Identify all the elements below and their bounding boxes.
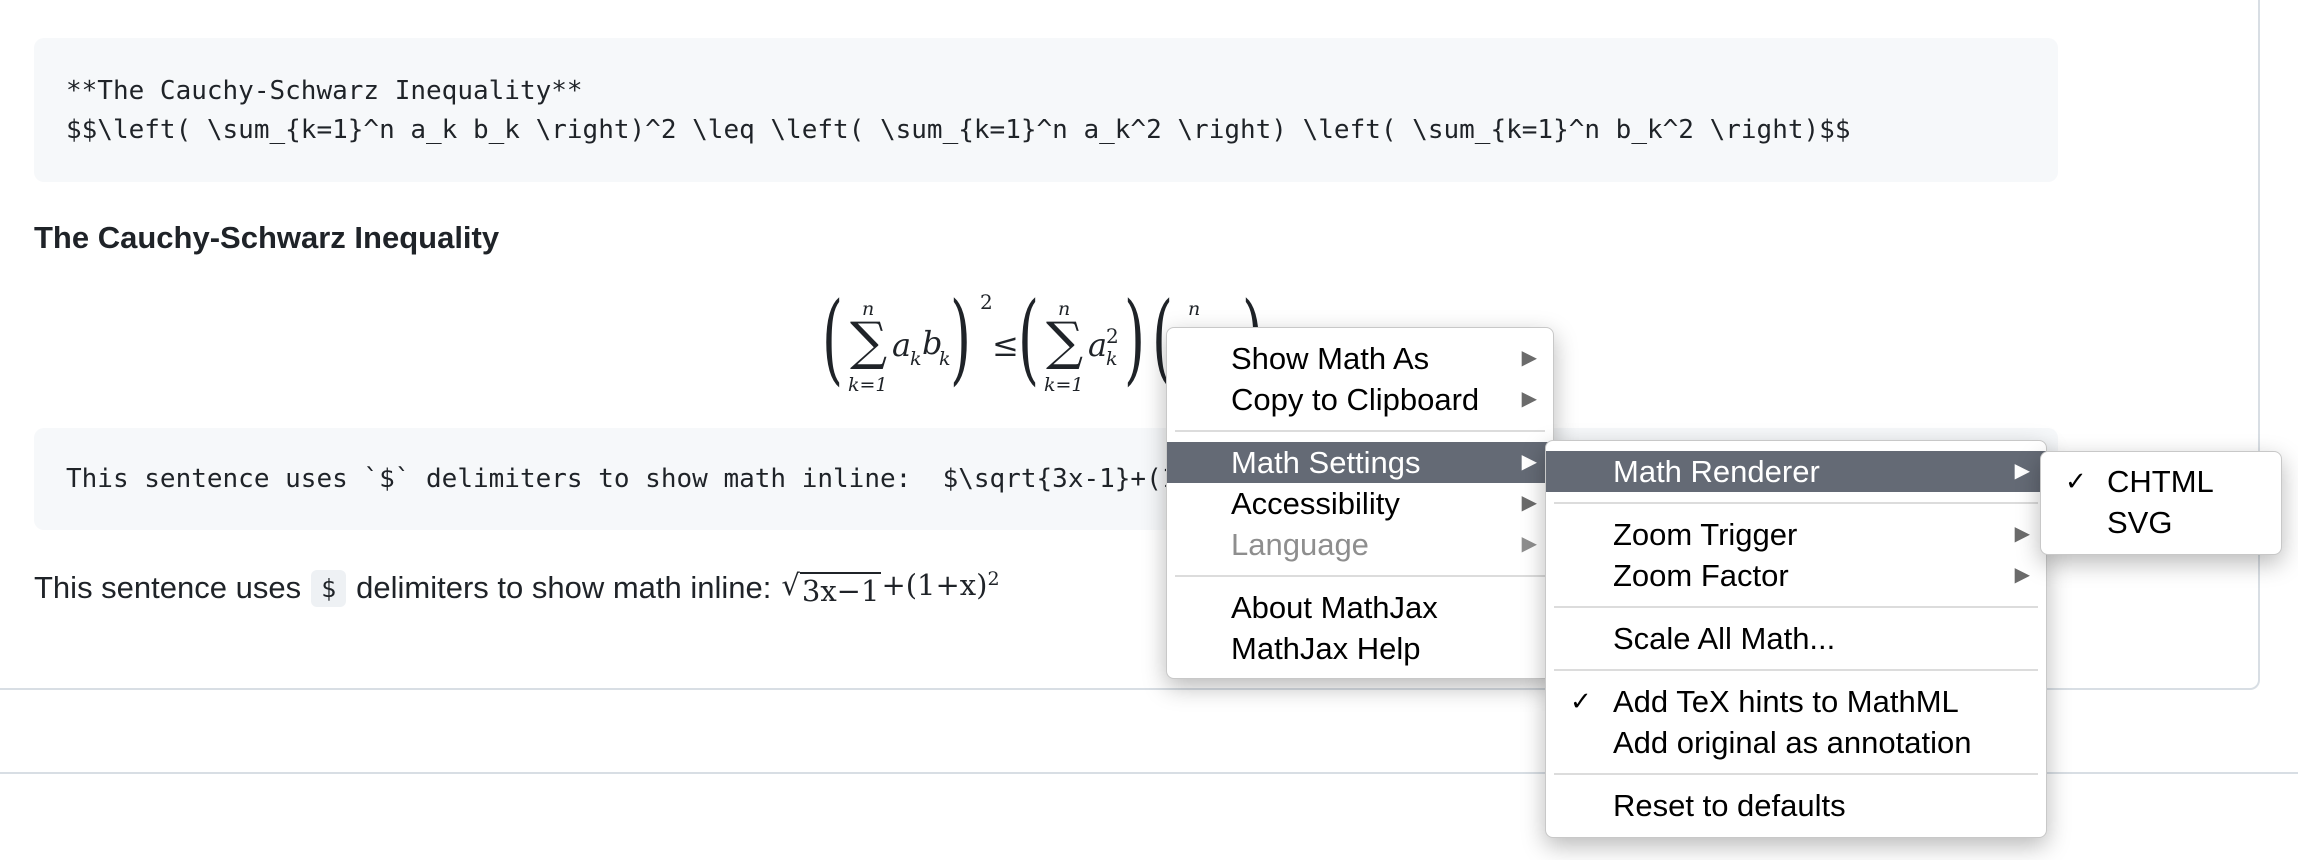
submenu-arrow-icon: ▶: [1521, 347, 1537, 369]
submenu-arrow-icon: ▶: [1521, 451, 1537, 473]
menu-item-scale-all-math[interactable]: Scale All Math...: [1546, 618, 2046, 659]
sqrt-icon: √: [781, 568, 800, 602]
menu-item-zoom-factor[interactable]: Zoom Factor ▶: [1546, 555, 2046, 596]
menu-item-show-math-as[interactable]: Show Math As ▶: [1167, 338, 1553, 379]
menu-item-reset-to-defaults[interactable]: Reset to defaults: [1546, 785, 2046, 826]
term-a-sub: k: [910, 348, 922, 370]
menu-item-accessibility[interactable]: Accessibility ▶: [1167, 483, 1553, 524]
sigma-2: ∑: [1046, 312, 1084, 372]
menu-item-chtml[interactable]: ✓ CHTML: [2041, 461, 2281, 502]
submenu-arrow-icon: ▶: [1521, 388, 1537, 410]
menu-item-svg[interactable]: SVG: [2041, 502, 2281, 543]
menu-item-mathjax-help[interactable]: MathJax Help: [1167, 628, 1553, 669]
menu-item-about-mathjax[interactable]: About MathJax: [1167, 587, 1553, 628]
menu-separator: [1554, 669, 2038, 671]
inline-code-dollar: $: [311, 569, 347, 607]
code-line-formula: $$\left( \sum_{k=1}^n a_k b_k \right)^2 …: [66, 115, 1851, 145]
menu-item-math-settings[interactable]: Math Settings ▶: [1167, 442, 1553, 483]
submenu-arrow-icon: ▶: [2014, 460, 2030, 482]
code-line-title: **The Cauchy-Schwarz Inequality**: [66, 76, 583, 106]
term-b-sub: k: [939, 348, 951, 370]
menu-separator: [1175, 430, 1545, 432]
section-heading: The Cauchy-Schwarz Inequality: [34, 220, 500, 255]
left-paren-1: (: [822, 282, 844, 396]
inline-math-expression[interactable]: √ 3x−1 +(1+x) 2: [781, 568, 999, 608]
math-exponent: 2: [987, 568, 1000, 590]
menu-item-add-tex-hints[interactable]: ✓ Add TeX hints to MathML: [1546, 681, 2046, 722]
right-paren-1: ): [950, 282, 972, 396]
check-icon: ✓: [2065, 466, 2087, 496]
menu-separator: [1554, 606, 2038, 608]
radicand: 3x−1: [799, 572, 882, 608]
check-icon: ✓: [1570, 686, 1592, 716]
inline-math-sentence: This sentence uses $ delimiters to show …: [34, 568, 1000, 608]
sum-lower-limit-2: k=1: [1044, 374, 1084, 396]
submenu-arrow-icon: ▶: [1521, 492, 1537, 514]
menu-item-copy-to-clipboard[interactable]: Copy to Clipboard ▶: [1167, 379, 1553, 420]
sigma-1: ∑: [850, 312, 888, 372]
term-a: a: [892, 326, 912, 364]
menu-item-language: Language ▶: [1167, 524, 1553, 565]
code-line-inline: This sentence uses `$` delimiters to sho…: [66, 464, 1272, 494]
math-rest: +(1+x): [881, 568, 988, 602]
menu-item-add-original-annotation[interactable]: Add original as annotation: [1546, 722, 2046, 763]
term-a2-sub: k: [1106, 348, 1118, 370]
submenu-arrow-icon: ▶: [2014, 523, 2030, 545]
math-renderer-submenu: ✓ CHTML SVG: [2040, 451, 2282, 555]
mathjax-context-menu: Show Math As ▶ Copy to Clipboard ▶ Math Se…: [1166, 327, 1554, 679]
menu-separator: [1554, 773, 2038, 775]
term-a2-sup: 2: [1106, 324, 1119, 348]
submenu-arrow-icon: ▶: [1521, 533, 1537, 555]
sum-lower-limit-1: k=1: [848, 374, 888, 396]
code-block-cauchy-schwarz: **The Cauchy-Schwarz Inequality** $$\lef…: [34, 38, 2058, 182]
menu-separator: [1554, 502, 2038, 504]
submenu-arrow-icon: ▶: [2014, 564, 2030, 586]
leq-sign: ≤: [992, 326, 1019, 364]
term-a2: a: [1088, 326, 1108, 364]
sentence-text-after: delimiters to show math inline:: [356, 570, 772, 605]
outer-exponent: 2: [980, 290, 993, 314]
menu-separator: [1175, 575, 1545, 577]
menu-item-math-renderer[interactable]: Math Renderer ▶: [1546, 451, 2046, 492]
sentence-text-before: This sentence uses: [34, 570, 302, 605]
left-paren-2: (: [1018, 282, 1040, 396]
right-paren-2: ): [1124, 282, 1146, 396]
math-settings-submenu: Math Renderer ▶ Zoom Trigger ▶ Zoom Factor…: [1545, 440, 2047, 838]
page: **The Cauchy-Schwarz Inequality** $$\lef…: [0, 0, 2298, 860]
sum-upper-limit-3: n: [1188, 298, 1201, 320]
menu-item-zoom-trigger[interactable]: Zoom Trigger ▶: [1546, 514, 2046, 555]
